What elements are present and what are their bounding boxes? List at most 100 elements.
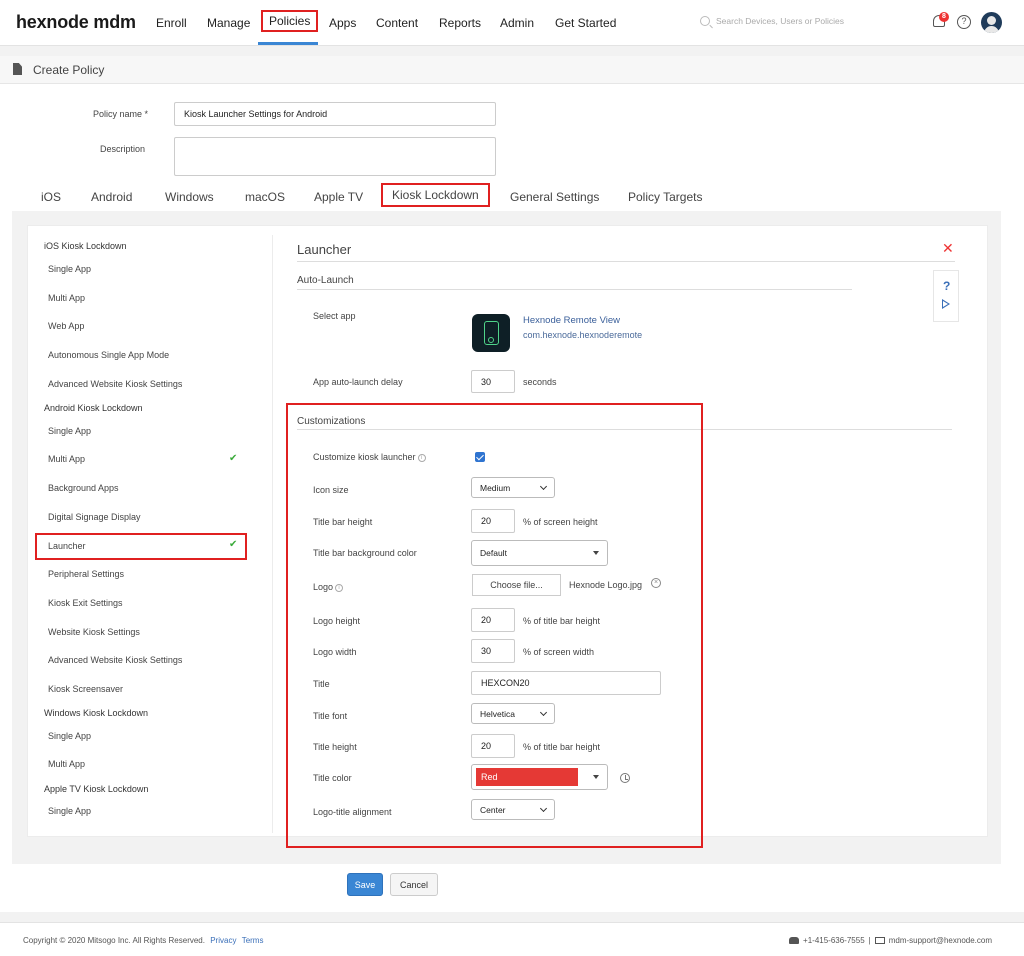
- title-bar-height-unit: % of screen height: [523, 517, 598, 527]
- nav-get-started[interactable]: Get Started: [555, 16, 616, 30]
- auto-launch-delay-label: App auto-launch delay: [313, 377, 403, 387]
- sidebar-item-android-screensaver[interactable]: Kiosk Screensaver: [48, 684, 123, 694]
- delay-unit: seconds: [523, 377, 557, 387]
- title-color-swatch: Red: [476, 768, 578, 786]
- app-package: com.hexnode.hexnoderemote: [523, 330, 643, 340]
- user-avatar[interactable]: [981, 12, 1002, 33]
- sidebar-item-android-website-kiosk[interactable]: Website Kiosk Settings: [48, 627, 140, 637]
- sidebar-item-appletv-single-app[interactable]: Single App: [48, 806, 91, 816]
- sidebar-item-windows-multi-app[interactable]: Multi App: [48, 759, 85, 769]
- sidebar-group-android: Android Kiosk Lockdown: [44, 403, 143, 413]
- tab-macos[interactable]: macOS: [245, 190, 285, 204]
- phone-icon: [789, 937, 800, 944]
- page-title: Create Policy: [33, 63, 105, 77]
- tab-ios[interactable]: iOS: [41, 190, 61, 204]
- tab-general-settings[interactable]: General Settings: [510, 190, 599, 204]
- sidebar-item-android-multi-app[interactable]: Multi App: [48, 454, 85, 464]
- nav-apps[interactable]: Apps: [329, 16, 356, 30]
- title-bar-height-input[interactable]: 20: [471, 509, 515, 533]
- sidebar-item-android-peripheral[interactable]: Peripheral Settings: [48, 569, 124, 579]
- chevron-down-icon: [539, 482, 548, 490]
- terms-link[interactable]: Terms: [242, 936, 264, 945]
- tab-kiosk-lockdown[interactable]: Kiosk Lockdown: [381, 183, 490, 207]
- nav-reports[interactable]: Reports: [439, 16, 481, 30]
- auto-launch-delay-input[interactable]: 30: [471, 370, 515, 393]
- customize-launcher-checkbox[interactable]: [475, 452, 485, 462]
- notification-badge: 8: [939, 12, 949, 22]
- notification-bell-icon[interactable]: 8: [932, 12, 949, 30]
- nav-enroll[interactable]: Enroll: [156, 16, 187, 30]
- privacy-link[interactable]: Privacy: [210, 936, 236, 945]
- active-nav-underline: [258, 42, 318, 45]
- help-sidebox: ?: [933, 270, 959, 322]
- title-height-label: Title height: [313, 742, 357, 752]
- sidebar-item-ios-web-app[interactable]: Web App: [48, 321, 84, 331]
- tab-windows[interactable]: Windows: [165, 190, 214, 204]
- policy-name-input[interactable]: Kiosk Launcher Settings for Android: [174, 102, 496, 126]
- sidebar-item-ios-asam[interactable]: Autonomous Single App Mode: [48, 350, 169, 360]
- title-label: Title: [313, 679, 330, 689]
- divider: [297, 261, 955, 262]
- sidebar-item-windows-single-app[interactable]: Single App: [48, 731, 91, 741]
- document-icon: [13, 63, 22, 75]
- title-font-select[interactable]: Helvetica: [471, 703, 555, 724]
- description-textarea[interactable]: [174, 137, 496, 176]
- tab-android[interactable]: Android: [91, 190, 132, 204]
- sidebar-item-android-kiosk-exit[interactable]: Kiosk Exit Settings: [48, 598, 123, 608]
- help-icon[interactable]: ?: [957, 15, 971, 29]
- icon-size-select[interactable]: Medium: [471, 477, 555, 498]
- title-input[interactable]: HEXCON20: [471, 671, 661, 695]
- cancel-button[interactable]: Cancel: [390, 873, 438, 896]
- auto-launch-title: Auto-Launch: [297, 275, 354, 286]
- info-icon[interactable]: i: [335, 583, 344, 592]
- search-icon: [700, 16, 710, 26]
- title-bar-bg-select[interactable]: Default: [471, 540, 608, 566]
- sidebar-group-ios: iOS Kiosk Lockdown: [44, 241, 127, 251]
- search-placeholder: Search Devices, Users or Policies: [716, 16, 845, 26]
- nav-admin[interactable]: Admin: [500, 16, 534, 30]
- nav-manage[interactable]: Manage: [207, 16, 250, 30]
- info-icon[interactable]: i: [417, 453, 426, 462]
- phone-number[interactable]: +1-415-636-7555: [803, 936, 865, 945]
- sidebar-item-ios-advanced-website[interactable]: Advanced Website Kiosk Settings: [48, 379, 182, 389]
- support-email[interactable]: mdm-support@hexnode.com: [889, 936, 992, 945]
- mail-icon: [874, 937, 885, 944]
- app-name[interactable]: Hexnode Remote View: [523, 315, 620, 326]
- help-question-icon[interactable]: ?: [943, 279, 950, 293]
- nav-content[interactable]: Content: [376, 16, 418, 30]
- sidebar-item-android-digital-signage[interactable]: Digital Signage Display: [48, 512, 141, 522]
- sidebar-item-ios-single-app[interactable]: Single App: [48, 264, 91, 274]
- reset-color-icon[interactable]: [620, 773, 630, 783]
- title-font-label: Title font: [313, 711, 348, 721]
- sidebar-item-android-advanced-website[interactable]: Advanced Website Kiosk Settings: [48, 655, 182, 665]
- sidebar-group-apple-tv: Apple TV Kiosk Lockdown: [44, 784, 149, 794]
- play-video-icon[interactable]: [942, 299, 950, 309]
- select-app-label: Select app: [313, 311, 356, 321]
- logo-width-input[interactable]: 30: [471, 639, 515, 663]
- nav-policies[interactable]: Policies: [261, 10, 319, 32]
- alignment-select[interactable]: Center: [471, 799, 555, 820]
- contact-info: +1-415-636-7555 | mdm-support@hexnode.co…: [789, 936, 992, 945]
- hexnode-remote-app-icon[interactable]: [472, 314, 510, 352]
- choose-file-button[interactable]: Choose file...: [472, 574, 561, 596]
- sidebar-divider: [272, 235, 273, 833]
- active-sidebar-highlight: [35, 533, 247, 560]
- tab-apple-tv[interactable]: Apple TV: [314, 190, 363, 204]
- icon-size-label: Icon size: [313, 485, 349, 495]
- logo-height-label: Logo height: [313, 616, 361, 626]
- close-icon[interactable]: ✕: [942, 240, 954, 257]
- clear-file-icon[interactable]: ×: [651, 578, 661, 588]
- logo-width-unit: % of screen width: [523, 647, 595, 657]
- hexnode-logo[interactable]: hexnode mdm: [16, 12, 136, 33]
- sidebar-item-android-single-app[interactable]: Single App: [48, 426, 91, 436]
- global-search[interactable]: Search Devices, Users or Policies: [700, 16, 844, 26]
- save-button[interactable]: Save: [347, 873, 383, 896]
- logo-height-input[interactable]: 20: [471, 608, 515, 632]
- sidebar-item-ios-multi-app[interactable]: Multi App: [48, 293, 85, 303]
- title-height-input[interactable]: 20: [471, 734, 515, 758]
- launcher-section-title: Launcher: [297, 242, 352, 257]
- dropdown-arrow-icon: [593, 551, 599, 555]
- sidebar-item-android-background-apps[interactable]: Background Apps: [48, 483, 119, 493]
- title-color-label: Title color: [313, 773, 352, 783]
- tab-policy-targets[interactable]: Policy Targets: [628, 190, 702, 204]
